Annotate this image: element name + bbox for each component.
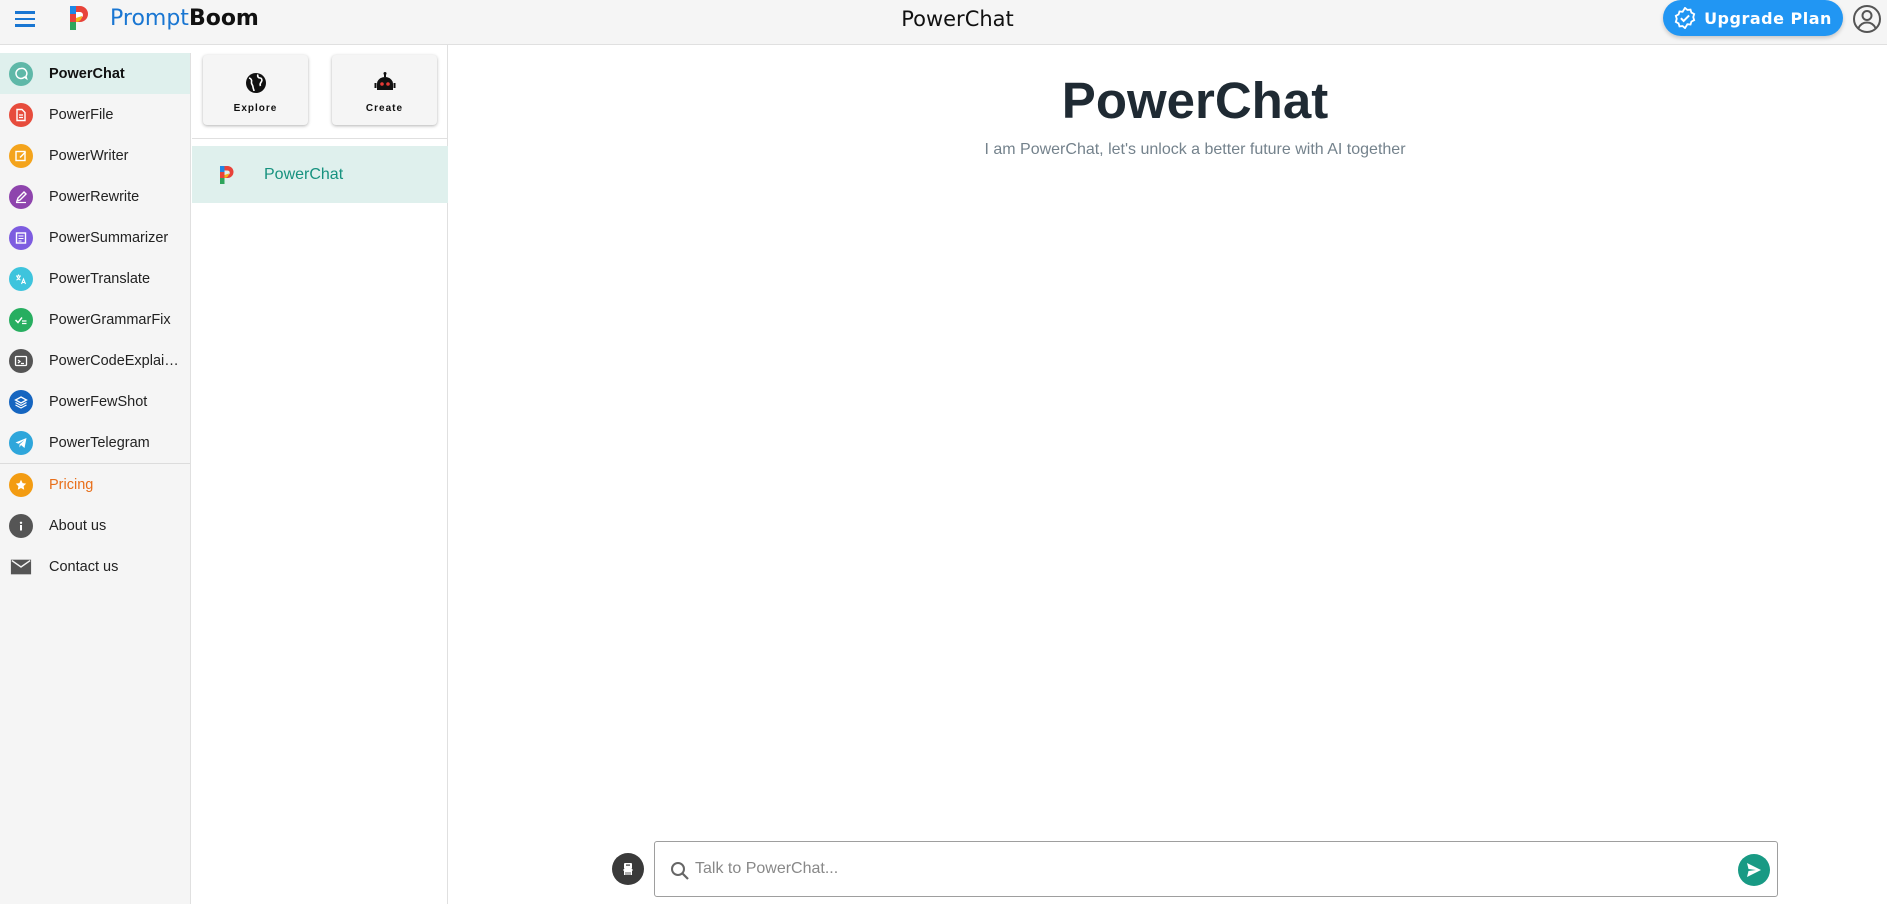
grammar-icon [9, 308, 33, 332]
sidebar-item-powerfile[interactable]: PowerFile [0, 94, 190, 135]
sidebar-item-label: Pricing [49, 476, 94, 493]
create-button[interactable]: Create [332, 55, 437, 125]
sidebar-item-label: PowerWriter [49, 147, 129, 164]
chat-list-item-powerchat[interactable]: PowerChat [192, 146, 448, 203]
top-bar: PromptBoom PowerChat Upgrade Plan [0, 0, 1887, 45]
sidebar-item-label: PowerCodeExplainer [49, 352, 184, 369]
pen-icon [9, 185, 33, 209]
clear-chat-button[interactable] [612, 853, 644, 885]
chat-input[interactable] [695, 852, 1715, 886]
mail-icon [9, 555, 33, 579]
powerchat-logo-icon [220, 166, 234, 184]
chat-input-box[interactable] [654, 841, 1778, 897]
verified-badge-icon [1674, 7, 1696, 29]
edit-icon [9, 144, 33, 168]
globe-icon [245, 72, 266, 93]
sidebar-item-label: PowerRewrite [49, 188, 140, 205]
sidebar-item-label: PowerFile [49, 106, 114, 123]
sidebar-item-about-us[interactable]: About us [0, 505, 190, 546]
search-icon [671, 862, 689, 880]
sidebar-item-label: PowerChat [49, 65, 125, 82]
sidebar-item-powercodeexplainer[interactable]: PowerCodeExplainer [0, 340, 190, 381]
sidebar-item-powertelegram[interactable]: PowerTelegram [0, 422, 190, 463]
sidebar-item-label: PowerSummarizer [49, 229, 169, 246]
sidebar-item-label: About us [49, 517, 107, 534]
sidebar-item-powerfewshot[interactable]: PowerFewShot [0, 381, 190, 422]
file-icon [9, 103, 33, 127]
explore-button[interactable]: Explore [203, 55, 308, 125]
summary-icon [9, 226, 33, 250]
sidebar-item-pricing[interactable]: Pricing [0, 464, 190, 505]
sidebar-item-powertranslate[interactable]: PowerTranslate [0, 258, 190, 299]
sidebar-item-powerwriter[interactable]: PowerWriter [0, 135, 190, 176]
robot-icon [374, 71, 395, 90]
broom-icon [623, 863, 633, 875]
translate-icon [9, 267, 33, 291]
sidebar-item-powerchat[interactable]: PowerChat [0, 53, 190, 94]
upgrade-plan-label: Upgrade Plan [1704, 8, 1832, 28]
chat-subtitle: I am PowerChat, let's unlock a better fu… [984, 141, 1406, 158]
star-icon [9, 473, 33, 497]
panel-divider [192, 138, 448, 139]
send-button[interactable] [1738, 854, 1770, 886]
explore-label: Explore [233, 102, 278, 114]
chat-title: PowerChat [1061, 72, 1329, 129]
chat-main-area: PowerChat I am PowerChat, let's unlock a… [449, 45, 1887, 904]
telegram-icon [9, 431, 33, 455]
page-title: PowerChat [901, 7, 1014, 31]
chat-list-item-label: PowerChat [264, 165, 344, 183]
sidebar-item-label: PowerTranslate [49, 270, 151, 287]
terminal-icon [9, 349, 33, 373]
sidebar: PowerChat PowerFile PowerWriter PowerRew… [0, 53, 191, 904]
sidebar-item-powerrewrite[interactable]: PowerRewrite [0, 176, 190, 217]
sidebar-item-powersummarizer[interactable]: PowerSummarizer [0, 217, 190, 258]
sidebar-item-label: PowerGrammarFix [49, 311, 171, 328]
upgrade-plan-button[interactable]: Upgrade Plan [1663, 0, 1843, 36]
sidebar-item-label: PowerFewShot [49, 393, 148, 410]
sidebar-item-powergrammarfix[interactable]: PowerGrammarFix [0, 299, 190, 340]
chat-icon [9, 62, 33, 86]
account-icon[interactable] [1852, 4, 1882, 34]
info-icon [9, 514, 33, 538]
send-icon [1747, 863, 1761, 877]
sidebar-item-label: PowerTelegram [49, 434, 150, 451]
sidebar-item-contact-us[interactable]: Contact us [0, 546, 190, 587]
sidebar-item-label: Contact us [49, 558, 119, 575]
layers-icon [9, 390, 33, 414]
create-label: Create [365, 102, 404, 114]
chat-list-panel: Explore Create PowerChat [192, 45, 448, 904]
